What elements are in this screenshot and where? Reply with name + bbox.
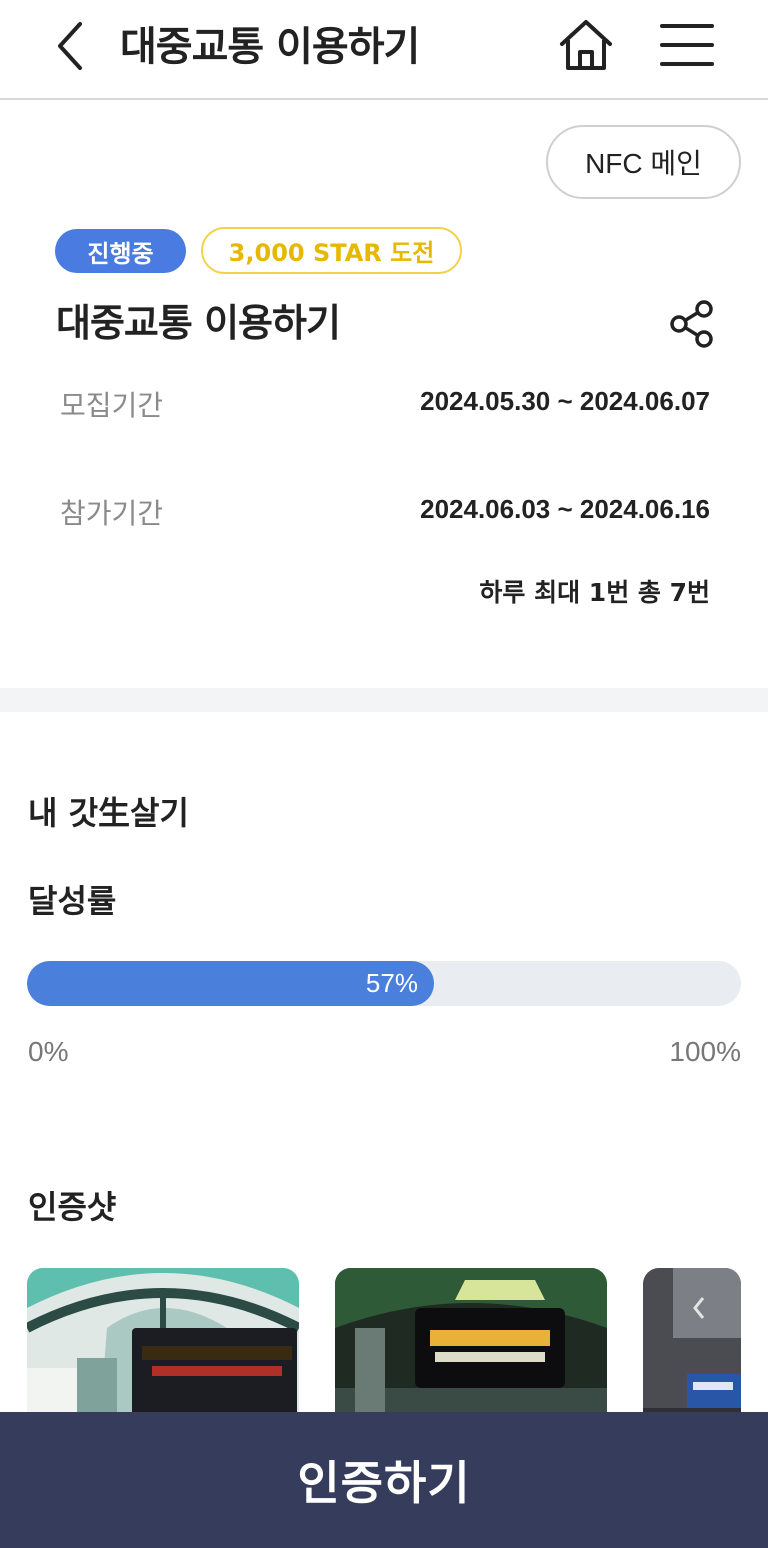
proof-photo-title: 인증샷 bbox=[28, 1188, 117, 1226]
participate-period-label: 참가기간 bbox=[60, 497, 164, 530]
back-arrow-icon bbox=[58, 22, 82, 70]
progress-max-label: 100% bbox=[669, 1036, 741, 1067]
status-badge: 진행중 bbox=[55, 229, 186, 273]
back-button[interactable] bbox=[46, 18, 96, 74]
recruit-period-value: 2024.05.30 ~ 2024.06.07 bbox=[420, 386, 710, 416]
share-icon bbox=[670, 300, 713, 348]
menu-button[interactable] bbox=[658, 18, 716, 72]
verify-button[interactable]: 인증하기 bbox=[0, 1412, 768, 1548]
progress-min-label: 0% bbox=[28, 1036, 69, 1067]
home-button[interactable] bbox=[556, 14, 616, 74]
verify-button-label: 인증하기 bbox=[297, 1456, 471, 1510]
recruit-period-label: 모집기간 bbox=[60, 389, 164, 422]
my-section-title: 내 갓生살기 bbox=[28, 794, 189, 832]
app-header: 대중교통 이용하기 bbox=[0, 0, 768, 100]
progress-percent-label: 57% bbox=[365, 968, 418, 998]
participate-limit-text: 하루 최대 1번 총 7번 bbox=[479, 578, 710, 607]
share-button[interactable] bbox=[666, 298, 718, 350]
participate-period-value: 2024.06.03 ~ 2024.06.16 bbox=[420, 494, 710, 524]
achievement-progress-bar: 57% bbox=[27, 961, 741, 1006]
home-icon bbox=[560, 20, 612, 70]
progress-fill: 57% bbox=[27, 961, 434, 1006]
reward-badge: 3,000 STAR 도전 bbox=[201, 227, 462, 274]
menu-icon bbox=[660, 24, 714, 66]
achievement-title: 달성률 bbox=[28, 882, 117, 920]
nfc-main-button[interactable]: NFC 메인 bbox=[546, 125, 741, 199]
section-divider bbox=[0, 688, 768, 712]
event-title: 대중교통 이용하기 bbox=[56, 301, 341, 345]
page-title: 대중교통 이용하기 bbox=[120, 24, 420, 70]
